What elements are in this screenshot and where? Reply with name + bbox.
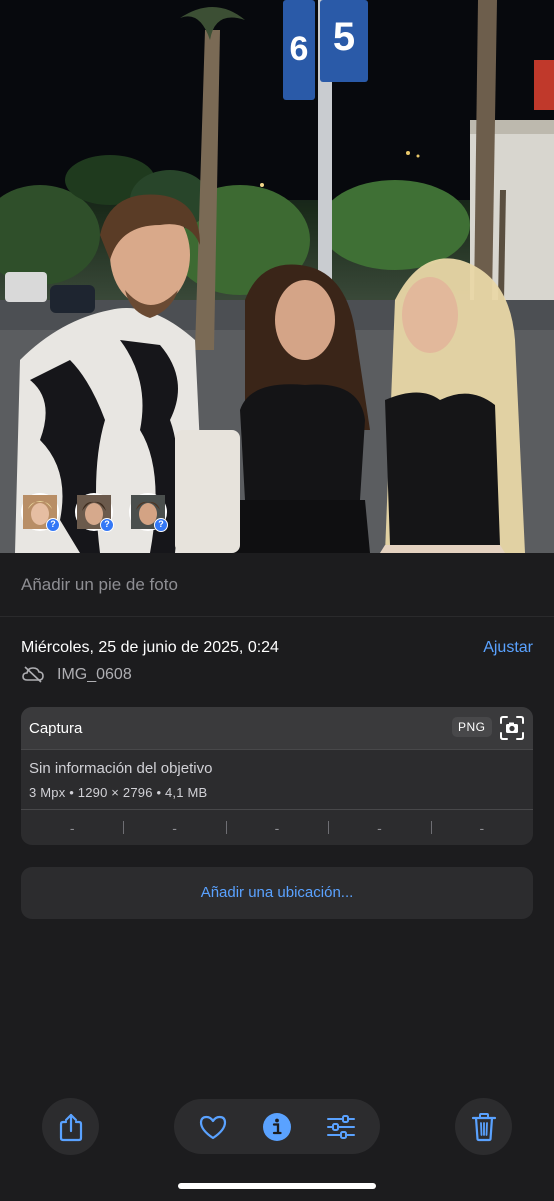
caption-placeholder: Añadir un pie de foto	[21, 575, 178, 594]
bottom-toolbar	[0, 1098, 554, 1158]
exif-ev: -	[225, 810, 328, 845]
exif-iso: -	[69, 820, 75, 836]
sign-number-5: 5	[333, 15, 355, 59]
share-button[interactable]	[42, 1098, 99, 1155]
info-icon	[263, 1112, 291, 1141]
format-badge: PNG	[452, 717, 492, 737]
capture-type: Captura	[29, 720, 83, 737]
adjust-date-button[interactable]: Ajustar	[483, 639, 533, 657]
share-icon	[59, 1113, 82, 1141]
photo-image: 6 5	[0, 0, 554, 553]
exif-focal-length: -	[123, 810, 225, 845]
exif-aperture: -	[328, 810, 430, 845]
screenshot-icon	[500, 716, 524, 740]
exif-values: - - - - -	[21, 809, 533, 845]
delete-button[interactable]	[455, 1098, 512, 1155]
metadata-card: Captura PNG Sin información del objetivo…	[21, 707, 533, 845]
caption-field[interactable]: Añadir un pie de foto	[0, 553, 554, 616]
image-specs: 3 Mpx • 1290 × 2796 • 4,1 MB	[29, 785, 208, 800]
face-thumbnail-1[interactable]: ?	[21, 493, 60, 532]
unknown-face-badge: ?	[100, 518, 114, 532]
info-button[interactable]	[249, 1099, 305, 1154]
home-indicator[interactable]	[178, 1183, 376, 1189]
exif-shutter: -	[430, 810, 533, 845]
edit-button[interactable]	[313, 1099, 369, 1154]
sign-number-6: 6	[290, 30, 309, 68]
photo-preview[interactable]: 6 5 ? ? ?	[0, 0, 554, 553]
metadata-card-header: Captura PNG	[21, 707, 533, 749]
face-thumbnail-2[interactable]: ?	[75, 493, 114, 532]
action-group	[174, 1099, 380, 1154]
file-name: IMG_0608	[57, 666, 132, 683]
unknown-face-badge: ?	[46, 518, 60, 532]
metadata-details: Sin información del objetivo 3 Mpx • 129…	[21, 749, 533, 810]
unknown-face-badge: ?	[154, 518, 168, 532]
lens-info: Sin información del objetivo	[29, 760, 213, 777]
cloud-slash-icon	[22, 666, 44, 683]
heart-icon	[199, 1115, 227, 1139]
photo-date: Miércoles, 25 de junio de 2025, 0:24	[21, 639, 279, 656]
sliders-icon	[327, 1114, 355, 1139]
add-location-button[interactable]: Añadir una ubicación...	[21, 867, 533, 919]
face-thumbnail-3[interactable]: ?	[129, 493, 168, 532]
trash-icon	[471, 1112, 496, 1141]
favorite-button[interactable]	[185, 1099, 241, 1154]
